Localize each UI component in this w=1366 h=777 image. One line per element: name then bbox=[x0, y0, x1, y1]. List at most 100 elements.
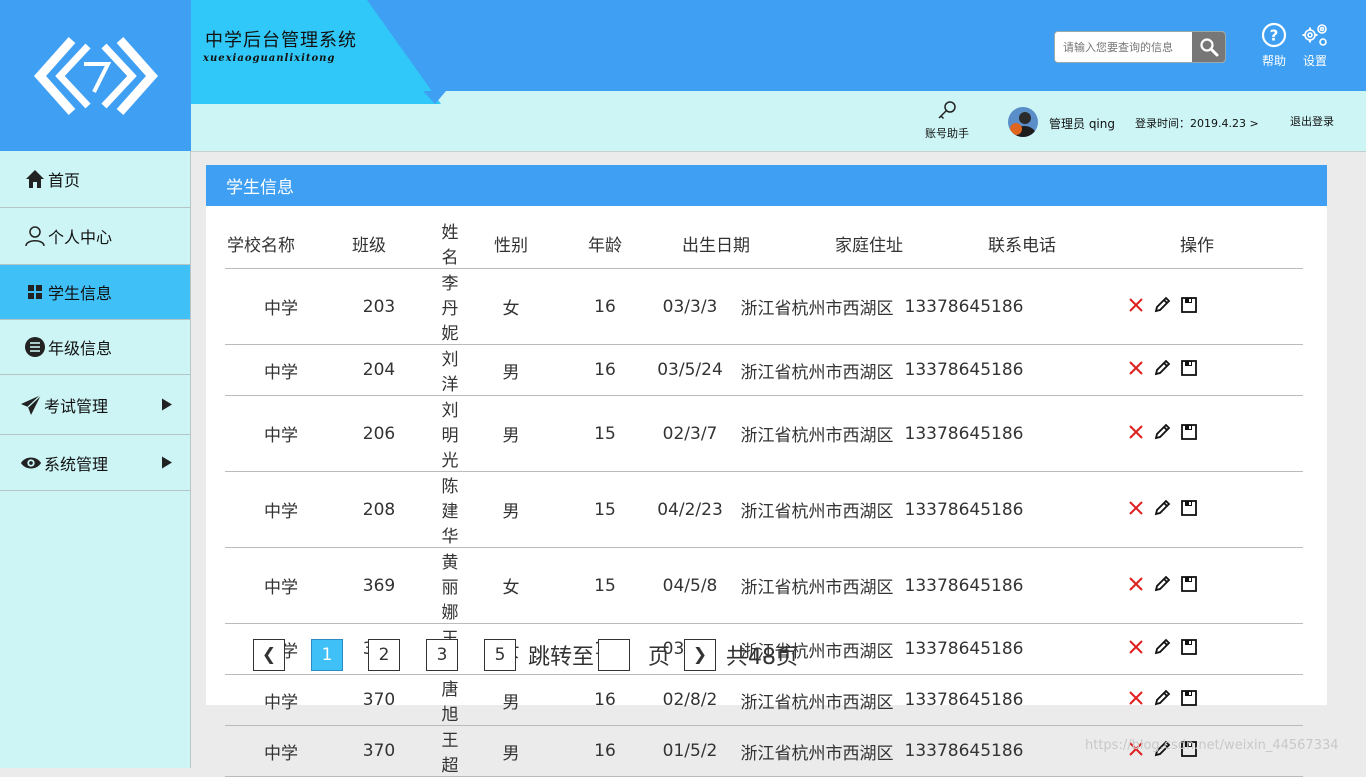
delete-icon bbox=[1129, 576, 1143, 591]
sidebar-item-exams[interactable]: 考试管理 bbox=[0, 375, 190, 435]
page-button-current[interactable]: 1 bbox=[311, 639, 343, 671]
prev-page-button[interactable]: ❮ bbox=[253, 639, 285, 671]
edit-button[interactable] bbox=[1153, 423, 1171, 441]
table-cell-actions bbox=[1057, 268, 1269, 345]
table-cell-家庭住址: 浙江省杭州市西湖区 bbox=[733, 547, 901, 624]
table-cell-性别: 男 bbox=[459, 395, 563, 472]
table-cell-性别: 女 bbox=[459, 268, 563, 345]
title-banner bbox=[191, 0, 446, 104]
save-button[interactable] bbox=[1180, 638, 1198, 656]
save-button[interactable] bbox=[1180, 359, 1198, 377]
edit-button[interactable] bbox=[1153, 689, 1171, 707]
key-icon bbox=[938, 101, 956, 120]
edit-button[interactable] bbox=[1153, 296, 1171, 314]
save-button[interactable] bbox=[1180, 689, 1198, 707]
edit-button[interactable] bbox=[1153, 638, 1171, 656]
save-button[interactable] bbox=[1180, 423, 1198, 441]
delete-icon bbox=[1129, 297, 1143, 312]
table-cell-姓名: 刘明光 bbox=[441, 395, 459, 472]
table-cell-班级: 370 bbox=[307, 674, 451, 726]
delete-button[interactable] bbox=[1128, 297, 1144, 313]
table-cell-性别: 女 bbox=[459, 547, 563, 624]
table-cell-班级: 370 bbox=[307, 725, 451, 777]
table-cell-班级: 208 bbox=[307, 471, 451, 548]
sidebar-item-students[interactable]: 学生信息 bbox=[0, 265, 190, 320]
login-time[interactable]: 登录时间：2019.4.23 > bbox=[1135, 115, 1259, 131]
sidebar-item-system[interactable]: 系统管理 bbox=[0, 435, 190, 491]
jump-page-input[interactable] bbox=[598, 639, 631, 671]
delete-button[interactable] bbox=[1128, 360, 1144, 376]
pencil-icon bbox=[1154, 499, 1171, 515]
table-cell-联系电话: 13378645186 bbox=[895, 674, 1033, 726]
sidebar-item-label: 学生信息 bbox=[48, 284, 113, 303]
column-header: 年龄 bbox=[563, 218, 647, 269]
column-header: 班级 bbox=[297, 218, 441, 269]
column-header: 操作 bbox=[1091, 218, 1303, 269]
jump-label: 跳转至 bbox=[528, 645, 595, 670]
save-button[interactable] bbox=[1180, 296, 1198, 314]
edit-button[interactable] bbox=[1153, 575, 1171, 593]
delete-button[interactable] bbox=[1128, 690, 1144, 706]
table-cell-actions bbox=[1057, 674, 1269, 726]
search-input[interactable] bbox=[1055, 32, 1192, 62]
table-cell-联系电话: 13378645186 bbox=[895, 268, 1033, 345]
delete-icon bbox=[1129, 361, 1143, 375]
delete-button[interactable] bbox=[1128, 576, 1144, 592]
grid-icon bbox=[24, 281, 46, 303]
logo-icon bbox=[33, 36, 158, 115]
table-cell-班级: 203 bbox=[307, 268, 451, 345]
save-icon bbox=[1181, 296, 1197, 313]
account-helper-button[interactable]: 账号助手 bbox=[917, 100, 977, 141]
delete-icon bbox=[1129, 424, 1143, 439]
table-row: 中学 369 黄丽娜女 15 04/5/8 浙江省杭州市西湖区 13378645186 bbox=[225, 547, 1303, 624]
avatar-image bbox=[1008, 107, 1038, 137]
next-page-button[interactable]: ❯ bbox=[684, 639, 717, 671]
table-cell-联系电话: 13378645186 bbox=[895, 344, 1033, 396]
page-button[interactable]: 5 bbox=[484, 639, 516, 671]
row-actions bbox=[1128, 575, 1198, 593]
table-cell-姓名: 唐旭 bbox=[441, 674, 459, 726]
help-button[interactable]: ? 帮助 bbox=[1254, 22, 1294, 69]
total-pages: 共48页 bbox=[726, 645, 799, 670]
settings-button[interactable]: 设置 bbox=[1295, 22, 1335, 69]
page-button[interactable]: 2 bbox=[368, 639, 400, 671]
delete-button[interactable] bbox=[1128, 639, 1144, 655]
table-row: 中学 208 陈建华男 15 04/2/23 浙江省杭州市西湖区 13378645186 bbox=[225, 471, 1303, 548]
delete-button[interactable] bbox=[1128, 424, 1144, 440]
pencil-icon bbox=[1154, 689, 1171, 706]
edit-button[interactable] bbox=[1153, 499, 1171, 517]
eye-icon bbox=[20, 452, 42, 474]
submenu-arrow-icon bbox=[162, 453, 172, 472]
table-cell-姓名: 李丹妮 bbox=[441, 268, 459, 345]
table-cell-家庭住址: 浙江省杭州市西湖区 bbox=[733, 471, 901, 548]
row-actions bbox=[1128, 689, 1198, 707]
search-button[interactable] bbox=[1192, 32, 1225, 62]
edit-button[interactable] bbox=[1153, 359, 1171, 377]
watermark: https://blog.csdn.net/weixin_44567334 bbox=[1085, 738, 1339, 753]
panel-title: 学生信息 bbox=[206, 165, 1327, 206]
table-cell-姓名: 黄丽娜 bbox=[441, 547, 459, 624]
system-title: 中学后台管理系统 bbox=[205, 30, 357, 51]
table-cell-姓名: 王超 bbox=[441, 725, 459, 777]
delete-button[interactable] bbox=[1128, 500, 1144, 516]
search-icon bbox=[1199, 38, 1218, 57]
submenu-arrow-icon bbox=[162, 395, 172, 414]
table-cell-家庭住址: 浙江省杭州市西湖区 bbox=[733, 344, 901, 396]
table-cell-联系电话: 13378645186 bbox=[895, 725, 1033, 777]
table-cell-班级: 206 bbox=[307, 395, 451, 472]
table-cell-联系电话: 13378645186 bbox=[895, 395, 1033, 472]
save-icon bbox=[1181, 423, 1197, 440]
table-row: 中学 204 刘洋男 16 03/5/24 浙江省杭州市西湖区 13378645186 bbox=[225, 344, 1303, 396]
avatar[interactable] bbox=[1008, 107, 1038, 137]
admin-name: 管理员 qing bbox=[1049, 117, 1115, 131]
sidebar-item-grades[interactable]: 年级信息 bbox=[0, 320, 190, 375]
save-button[interactable] bbox=[1180, 575, 1198, 593]
save-icon bbox=[1181, 360, 1197, 376]
table-cell-姓名: 陈建华 bbox=[441, 471, 459, 548]
page-button[interactable]: 3 bbox=[426, 639, 458, 671]
help-label: 帮助 bbox=[1261, 54, 1286, 68]
logout-link[interactable]: 退出登录 bbox=[1290, 113, 1334, 129]
sidebar-item-home[interactable]: 首页 bbox=[0, 151, 190, 208]
save-button[interactable] bbox=[1180, 499, 1198, 517]
sidebar-item-profile[interactable]: 个人中心 bbox=[0, 208, 190, 265]
